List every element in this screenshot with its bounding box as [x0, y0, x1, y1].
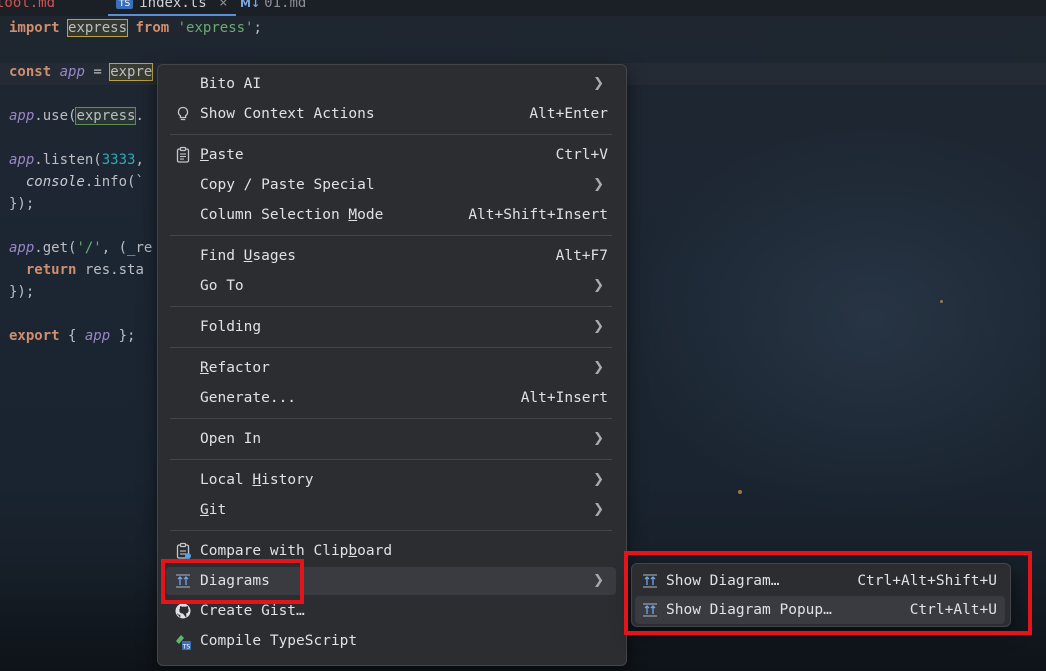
menu-item-column-selection-mode[interactable]: Column Selection Mode Alt+Shift+Insert — [166, 201, 616, 229]
tab-label: 01.md — [264, 0, 307, 11]
chevron-right-icon: ❯ — [593, 472, 604, 487]
menu-item-local-history[interactable]: Local History ❯ — [166, 466, 616, 494]
typescript-file-icon: TS — [116, 0, 134, 9]
tab-tool-md[interactable]: tool.md — [0, 0, 55, 11]
code-line-1: import express from 'express'; — [9, 19, 262, 37]
github-icon — [175, 603, 191, 619]
menu-item-find-usages[interactable]: Find Usages Alt+F7 — [166, 242, 616, 270]
tab-label: tool.md — [0, 0, 56, 11]
menu-item-shortcut: Alt+F7 — [555, 248, 608, 264]
chevron-right-icon: ❯ — [593, 573, 604, 588]
menu-item-git[interactable]: Git ❯ — [166, 496, 616, 524]
svg-text:TS: TS — [182, 643, 191, 650]
menu-item-label: Generate... — [200, 390, 297, 406]
menu-separator — [170, 235, 612, 236]
menu-item-shortcut: Alt+Insert — [520, 390, 608, 406]
code-line-8: return res.sta — [25, 262, 144, 278]
menu-separator — [170, 347, 612, 348]
code-line-5: console.info(` — [25, 174, 144, 190]
chevron-right-icon: ❯ — [593, 502, 604, 517]
compile-typescript-icon: TS — [176, 635, 191, 650]
menu-item-shortcut: Ctrl+V — [555, 147, 608, 163]
chevron-right-icon: ❯ — [593, 177, 604, 192]
menu-item-label: Git — [200, 502, 227, 518]
lightbulb-icon — [177, 106, 189, 121]
menu-separator — [170, 459, 612, 460]
menu-item-refactor[interactable]: Refactor ❯ — [166, 354, 616, 382]
menu-separator — [170, 306, 612, 307]
code-line-9: }); — [9, 284, 35, 300]
menu-item-label: Refactor — [200, 360, 270, 376]
code-line-7: app.get('/', (_re — [9, 240, 153, 256]
menu-separator — [170, 134, 612, 135]
highlight-box-submenu — [624, 551, 1032, 635]
highlight-box-diagrams — [161, 559, 304, 604]
close-icon[interactable]: × — [219, 0, 227, 11]
menu-item-open-in[interactable]: Open In ❯ — [166, 425, 616, 453]
code-line-10: export { app }; — [9, 328, 136, 344]
menu-item-show-context-actions[interactable]: Show Context Actions Alt+Enter — [166, 100, 616, 128]
menu-item-label: Local History — [200, 472, 314, 488]
menu-item-shortcut: Alt+Shift+Insert — [468, 207, 608, 223]
menu-item-generate[interactable]: Generate... Alt+Insert — [166, 384, 616, 412]
code-line-4: app.listen(3333, — [9, 152, 153, 168]
clipboard-icon — [176, 146, 190, 163]
menu-item-folding[interactable]: Folding ❯ — [166, 313, 616, 341]
menu-item-label: Column Selection Mode — [200, 207, 384, 223]
menu-item-label: Compile TypeScript — [200, 633, 358, 649]
chevron-right-icon: ❯ — [593, 278, 604, 293]
menu-item-label: Bito AI — [200, 76, 262, 92]
menu-separator — [170, 418, 612, 419]
menu-item-go-to[interactable]: Go To ❯ — [166, 272, 616, 300]
tab-label: index.ts — [139, 0, 207, 11]
chevron-right-icon: ❯ — [593, 76, 604, 91]
menu-item-label: Go To — [200, 278, 244, 294]
menu-item-bito-ai[interactable]: Bito AI ❯ — [166, 70, 616, 98]
menu-item-label: Open In — [200, 431, 262, 447]
editor-tab-bar: tool.md TS index.ts × M↓ 01.md — [0, 0, 1046, 16]
background-light — [738, 490, 742, 494]
code-line-3: app.use(express. — [9, 107, 144, 125]
compare-clipboard-icon — [176, 542, 191, 559]
menu-item-label: Find Usages — [200, 248, 297, 264]
code-line-6: }); — [9, 196, 35, 212]
menu-item-paste[interactable]: Paste Ctrl+V — [166, 141, 616, 169]
menu-item-copy-paste-special[interactable]: Copy / Paste Special ❯ — [166, 171, 616, 199]
menu-separator — [170, 530, 612, 531]
menu-item-compile-typescript[interactable]: TS Compile TypeScript — [166, 627, 616, 655]
chevron-right-icon: ❯ — [593, 431, 604, 446]
menu-item-label: Paste — [200, 147, 244, 163]
menu-item-label: Folding — [200, 319, 262, 335]
menu-item-label: Show Context Actions — [200, 106, 375, 122]
chevron-right-icon: ❯ — [593, 319, 604, 334]
markdown-file-icon: M↓ — [240, 0, 261, 10]
menu-item-shortcut: Alt+Enter — [529, 106, 608, 122]
menu-item-label: Copy / Paste Special — [200, 177, 375, 193]
tab-index-ts[interactable]: TS index.ts × — [116, 0, 228, 11]
chevron-right-icon: ❯ — [593, 360, 604, 375]
code-line-2: const app = expre — [9, 63, 154, 81]
tab-01-md[interactable]: M↓ 01.md — [240, 0, 306, 11]
